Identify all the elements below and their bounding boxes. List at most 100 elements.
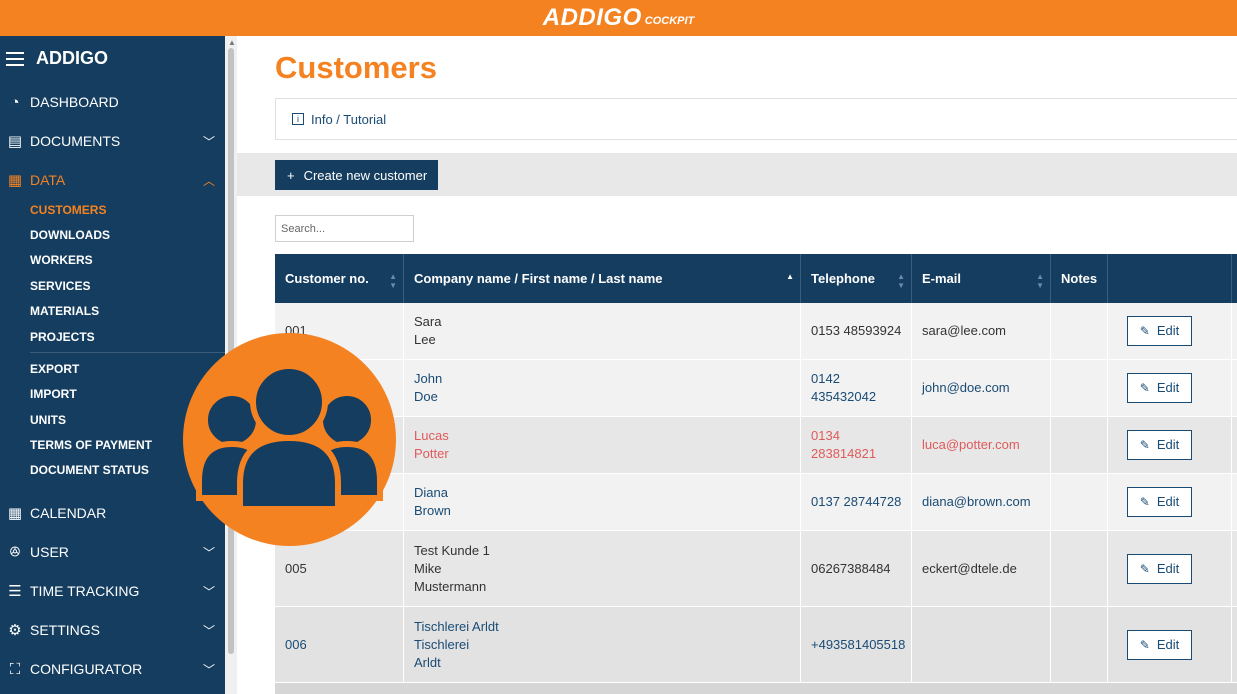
chevron-down-icon: ﹀	[202, 134, 215, 149]
brand-subtitle: COCKPIT	[644, 15, 695, 27]
sidebar-item-configurator[interactable]: ⛶ CONFIGURATOR ﹀	[6, 657, 215, 681]
name-line: Doe	[414, 389, 438, 404]
name-line: Tischlerei Arldt	[414, 618, 499, 634]
table-row[interactable]: 001 Sara Lee 0153 48593924 sara@lee.com …	[275, 303, 1237, 360]
sidebar-header: ADDIGO	[6, 48, 108, 69]
email: eckert@dtele.de	[922, 560, 1017, 576]
sidebar-title: ADDIGO	[36, 48, 108, 68]
sidebar-item-time-tracking[interactable]: ☰ TIME TRACKING ﹀	[6, 579, 215, 603]
name-line: Mike	[414, 560, 442, 576]
page-title: Customers	[275, 50, 437, 85]
info-icon: i	[292, 113, 304, 125]
sidebar-sub-downloads[interactable]: DOWNLOADS	[30, 228, 110, 242]
telephone: 435432042	[811, 389, 877, 404]
sidebar-item-documents[interactable]: ▤ DOCUMENTS ﹀	[6, 129, 215, 153]
scroll-up-icon[interactable]: ▲	[228, 38, 236, 47]
sidebar-item-label: CALENDAR	[30, 505, 107, 521]
sidebar-sub-services[interactable]: SERVICES	[30, 279, 90, 293]
column-header-customer-no[interactable]: Customer no. ▲ ▼	[275, 254, 404, 303]
chevron-down-icon: ﹀	[202, 584, 215, 599]
name-line: Arldt	[414, 654, 441, 670]
table-row[interactable]: 006 Tischlerei Arldt Tischlerei Arldt +4…	[275, 607, 1237, 683]
brand-logo: ADDIGO	[542, 4, 642, 31]
edit-button[interactable]: ✎ Edit	[1127, 487, 1192, 517]
plus-icon: +	[287, 167, 295, 183]
column-header-label: E-mail	[922, 271, 962, 286]
gear-icon: ⚙	[8, 622, 22, 639]
telephone: 0142	[811, 371, 840, 386]
sidebar-item-label: TIME TRACKING	[30, 583, 140, 599]
sort-asc-icon: ▲	[786, 272, 794, 281]
dashboard-icon: ◔	[10, 93, 20, 111]
documents-icon: ▤	[7, 133, 23, 150]
sidebar-sub-import[interactable]: IMPORT	[30, 387, 77, 401]
sidebar-item-label: SETTINGS	[30, 622, 101, 638]
telephone: 0134	[811, 428, 840, 443]
sidebar-sub-terms-of-payment[interactable]: TERMS OF PAYMENT	[30, 438, 152, 452]
sidebar-item-data[interactable]: ▦ DATA ︿	[6, 168, 215, 192]
chevron-down-icon: ﹀	[202, 623, 215, 638]
table-row[interactable]: 003 Lucas Potter 0134 283814821 luca@pot…	[275, 417, 1237, 474]
email: sara@lee.com	[922, 323, 1007, 338]
telephone: 283814821	[811, 446, 877, 461]
users-group-icon	[196, 363, 383, 512]
column-header-telephone[interactable]: Telephone ▲ ▼	[801, 254, 912, 303]
sidebar-sub-customers[interactable]: CUSTOMERS	[30, 203, 106, 217]
edit-button[interactable]: ✎ Edit	[1127, 373, 1192, 403]
edit-label: Edit	[1156, 560, 1180, 576]
chevron-down-icon: ﹀	[202, 662, 215, 677]
column-header-label: Telephone	[811, 271, 876, 286]
sidebar-sub-materials[interactable]: MATERIALS	[30, 304, 99, 318]
pencil-icon: ✎	[1139, 438, 1150, 452]
column-header-notes: Notes	[1051, 254, 1108, 303]
name-line: John	[414, 371, 443, 386]
edit-button[interactable]: ✎ Edit	[1127, 316, 1192, 346]
sidebar-sub-export[interactable]: EXPORT	[30, 362, 79, 376]
name-line: Lee	[414, 332, 436, 347]
chevron-down-icon: ﹀	[202, 545, 215, 560]
calendar-icon: ▦	[7, 505, 23, 522]
search-input[interactable]	[275, 215, 414, 242]
column-header-label: Customer no.	[285, 271, 369, 286]
edit-button[interactable]: ✎ Edit	[1127, 553, 1192, 584]
sidebar-sub-workers[interactable]: WORKERS	[30, 253, 93, 267]
table-row[interactable]: 002 John Doe 0142 435432042 john@doe.com…	[275, 360, 1237, 417]
data-icon: ▦	[7, 172, 23, 189]
edit-label: Edit	[1156, 323, 1180, 338]
sidebar-sub-projects[interactable]: PROJECTS	[30, 330, 95, 344]
sidebar-item-dashboard[interactable]: ◔ DASHBOARD	[6, 90, 215, 114]
name-line: Diana	[414, 485, 448, 500]
pencil-icon: ✎	[1139, 561, 1150, 576]
column-header-extra	[1232, 254, 1237, 303]
email: luca@potter.com	[922, 437, 1020, 452]
edit-button[interactable]: ✎ Edit	[1127, 629, 1192, 660]
column-header-name[interactable]: Company name / First name / Last name ▲	[404, 254, 801, 303]
user-icon: ꔮ	[9, 543, 21, 561]
edit-label: Edit	[1156, 494, 1180, 509]
create-customer-button[interactable]: + Create new customer	[275, 160, 438, 190]
telephone: 06267388484	[811, 560, 891, 576]
sidebar-sub-document-status[interactable]: DOCUMENT STATUS	[30, 463, 149, 477]
sidebar-item-label: DASHBOARD	[30, 94, 119, 110]
sidebar-sub-units[interactable]: UNITS	[30, 413, 66, 427]
name-line: Lucas	[414, 428, 449, 443]
customer-no: 006	[285, 636, 307, 652]
table-row[interactable]: 004 Diana Brown 0137 28744728 diana@brow…	[275, 474, 1237, 531]
top-banner: ADDIGO COCKPIT	[0, 0, 1237, 36]
info-tutorial-label: Info / Tutorial	[311, 111, 387, 127]
info-tutorial-link[interactable]: i Info / Tutorial	[275, 98, 1237, 140]
pencil-icon: ✎	[1139, 495, 1150, 509]
hamburger-icon[interactable]	[6, 51, 24, 66]
sidebar-item-settings[interactable]: ⚙ SETTINGS ﹀	[6, 618, 215, 642]
table-header: Customer no. ▲ ▼ Company name / First nam…	[275, 254, 1237, 303]
name-line: Brown	[414, 503, 451, 518]
name-line: Mustermann	[414, 578, 487, 594]
table-row[interactable]	[275, 683, 1237, 694]
customers-overlay-icon	[183, 333, 396, 546]
pencil-icon: ✎	[1139, 324, 1150, 338]
configurator-icon: ⛶	[9, 660, 21, 678]
column-header-email[interactable]: E-mail ▲ ▼	[912, 254, 1051, 303]
name-line: Test Kunde 1	[414, 542, 490, 558]
edit-button[interactable]: ✎ Edit	[1127, 430, 1192, 460]
table-row[interactable]: 005 Test Kunde 1 Mike Mustermann 0626738…	[275, 531, 1237, 607]
